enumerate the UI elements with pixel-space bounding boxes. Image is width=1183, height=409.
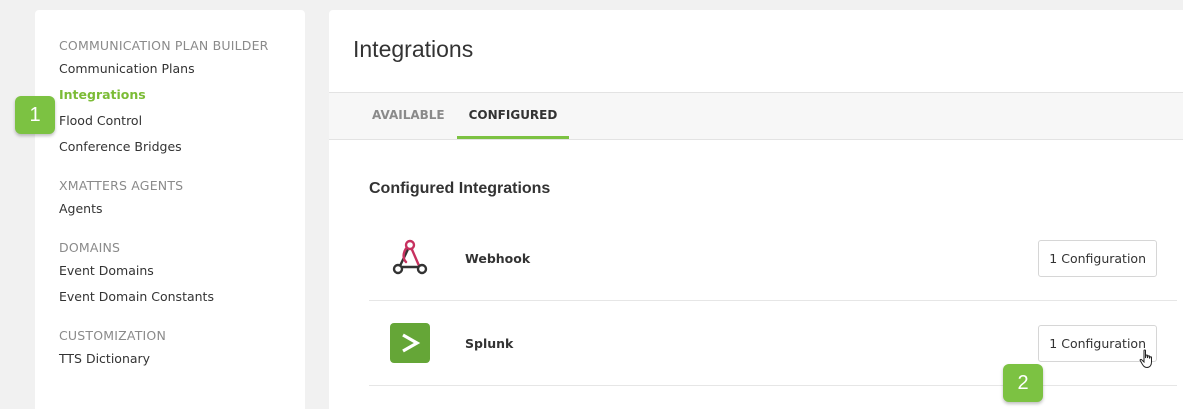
splunk-logo-tile xyxy=(390,323,430,363)
sidebar-item-event-domain-constants[interactable]: Event Domain Constants xyxy=(59,284,305,310)
sidebar-heading: XMATTERS AGENTS xyxy=(59,178,184,193)
integration-name: Splunk xyxy=(465,335,514,351)
tab-available[interactable]: AVAILABLE xyxy=(360,93,457,139)
sidebar-group-xmatters-agents: XMATTERS AGENTS Agents xyxy=(59,176,305,222)
tab-bar: AVAILABLE CONFIGURED xyxy=(329,93,1183,140)
callout-badge-2: 2 xyxy=(1003,364,1043,402)
sidebar-item-integrations[interactable]: Integrations xyxy=(59,82,305,108)
sidebar-heading: CUSTOMIZATION xyxy=(59,328,167,343)
hand-cursor-icon xyxy=(1139,349,1155,369)
tab-configured[interactable]: CONFIGURED xyxy=(456,93,570,139)
integration-row-splunk: Splunk 1 Configuration xyxy=(369,301,1177,386)
splunk-icon xyxy=(389,322,431,364)
sidebar-item-flood-control[interactable]: Flood Control xyxy=(59,108,305,134)
page-title: Integrations xyxy=(353,36,474,62)
sidebar-group-domains: DOMAINS Event Domains Event Domain Const… xyxy=(59,238,305,310)
sidebar-heading: DOMAINS xyxy=(59,240,121,255)
sidebar-item-communication-plans[interactable]: Communication Plans xyxy=(59,56,305,82)
sidebar-group-customization: CUSTOMIZATION TTS Dictionary xyxy=(59,326,305,372)
integration-row-webhook: Webhook 1 Configuration xyxy=(369,216,1177,301)
page-header: Integrations xyxy=(329,10,1183,93)
integration-name: Webhook xyxy=(465,250,531,266)
sidebar: COMMUNICATION PLAN BUILDER Communication… xyxy=(35,10,305,409)
sidebar-item-agents[interactable]: Agents xyxy=(59,196,305,222)
webhook-icon xyxy=(389,237,431,279)
sidebar-item-conference-bridges[interactable]: Conference Bridges xyxy=(59,134,305,160)
sidebar-heading: COMMUNICATION PLAN BUILDER xyxy=(59,38,269,53)
configuration-button-webhook[interactable]: 1 Configuration xyxy=(1038,239,1157,277)
sidebar-item-tts-dictionary[interactable]: TTS Dictionary xyxy=(59,346,305,372)
sidebar-item-event-domains[interactable]: Event Domains xyxy=(59,258,305,284)
integrations-content: Configured Integrations Webhook 1 Config… xyxy=(329,140,1183,386)
sidebar-group-communication-plan-builder: COMMUNICATION PLAN BUILDER Communication… xyxy=(59,36,305,160)
callout-badge-1: 1 xyxy=(15,96,55,134)
main-panel: Integrations AVAILABLE CONFIGURED Config… xyxy=(329,10,1183,409)
section-title: Configured Integrations xyxy=(369,180,551,197)
